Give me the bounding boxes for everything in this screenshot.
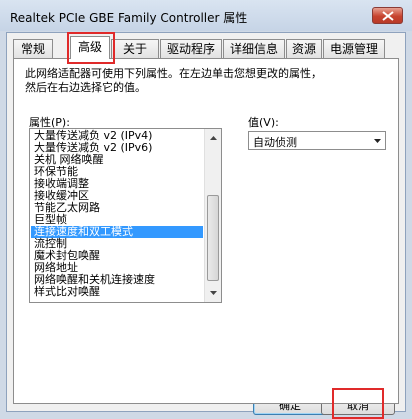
property-list-item[interactable]: 样式比对唤醒	[31, 286, 203, 298]
tab-driver[interactable]: 驱动程序	[160, 39, 222, 58]
value-select[interactable]: 自动侦测	[248, 131, 386, 150]
tab-resources[interactable]: 资源	[286, 39, 322, 58]
tab-about[interactable]: 关于	[111, 39, 159, 58]
description-text: 此网络适配器可使用下列属性。在左边单击您想更改的属性， 然后在右边选择它的值。	[25, 67, 355, 95]
tab-details[interactable]: 详细信息	[223, 39, 285, 58]
property-scrollbar[interactable]	[204, 129, 221, 302]
scroll-up-button[interactable]	[206, 130, 221, 146]
window-title: Realtek PCIe GBE Family Controller 属性	[10, 11, 248, 25]
close-button[interactable]	[372, 7, 403, 24]
description-line-1: 此网络适配器可使用下列属性。在左边单击您想更改的属性，	[25, 67, 322, 80]
description-line-2: 然后在右边选择它的值。	[25, 81, 146, 94]
cancel-button-highlight-box	[332, 388, 384, 419]
tab-power-management[interactable]: 电源管理	[323, 39, 385, 58]
tab-general[interactable]: 常规	[13, 39, 53, 58]
arrow-up-icon	[210, 136, 217, 140]
arrow-down-icon	[210, 291, 217, 295]
scroll-down-button[interactable]	[206, 285, 221, 301]
property-listbox[interactable]: 大量传送减负 v2 (IPv4) 大量传送减负 v2 (IPv6) 关机 网络唤醒环…	[29, 128, 222, 303]
advanced-tab-highlight-box	[67, 32, 115, 64]
value-select-text: 自动侦测	[253, 136, 297, 149]
scroll-thumb[interactable]	[207, 195, 219, 281]
dialog-client-area: 常规 高级 关于 驱动程序 详细信息 资源 电源管理 此网络适配器可使用下列属性…	[6, 32, 406, 419]
close-icon	[382, 11, 394, 21]
title-bar: Realtek PCIe GBE Family Controller 属性	[0, 0, 412, 31]
value-label: 值(V):	[248, 116, 279, 129]
chevron-down-icon	[373, 138, 381, 143]
value-select-dropdown-button[interactable]	[369, 132, 385, 149]
